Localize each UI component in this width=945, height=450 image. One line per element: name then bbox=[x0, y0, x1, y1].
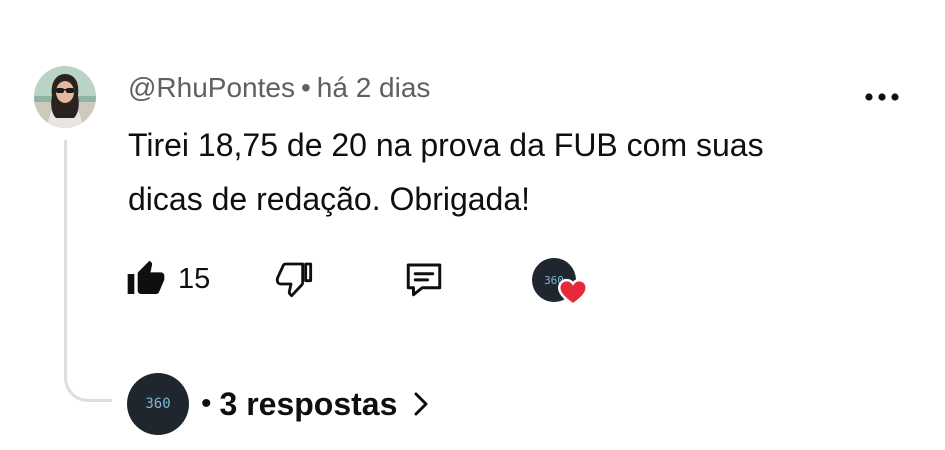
comment-text-line: dicas de redação. Obrigada! bbox=[128, 181, 531, 217]
comment-meta: @RhuPontes • há 2 dias bbox=[128, 72, 430, 104]
creator-heart-icon bbox=[558, 278, 588, 306]
view-replies-button[interactable]: 360 • 3 respostas bbox=[127, 372, 429, 436]
comment-reply-icon bbox=[406, 263, 442, 297]
replies-count-label: 3 respostas bbox=[219, 385, 398, 422]
replies-separator: • bbox=[201, 387, 212, 420]
comment-text: Tirei 18,75 de 20 na prova da FUB com su… bbox=[128, 118, 888, 226]
meta-separator: • bbox=[300, 72, 311, 103]
dislike-button[interactable] bbox=[274, 256, 320, 302]
more-options-button[interactable] bbox=[862, 82, 902, 112]
creator-logo-text: 360 bbox=[145, 396, 171, 412]
like-button[interactable]: 15 bbox=[126, 256, 210, 302]
avatar-photo bbox=[34, 66, 96, 128]
thread-connector-line bbox=[64, 140, 112, 402]
creator-heart-badge: 360 bbox=[532, 258, 588, 306]
thumbs-down-icon bbox=[275, 262, 313, 298]
creator-avatar: 360 bbox=[127, 373, 189, 435]
chevron-right-icon bbox=[413, 391, 429, 417]
comment-text-line: Tirei 18,75 de 20 na prova da FUB com su… bbox=[128, 127, 764, 163]
author-avatar[interactable] bbox=[34, 66, 96, 128]
more-vert-icon bbox=[865, 93, 899, 101]
reply-button[interactable] bbox=[402, 256, 450, 302]
like-count: 15 bbox=[178, 262, 211, 295]
comment-time: há 2 dias bbox=[316, 72, 431, 103]
author-handle[interactable]: @RhuPontes bbox=[128, 72, 295, 103]
thumbs-up-icon bbox=[127, 260, 165, 294]
